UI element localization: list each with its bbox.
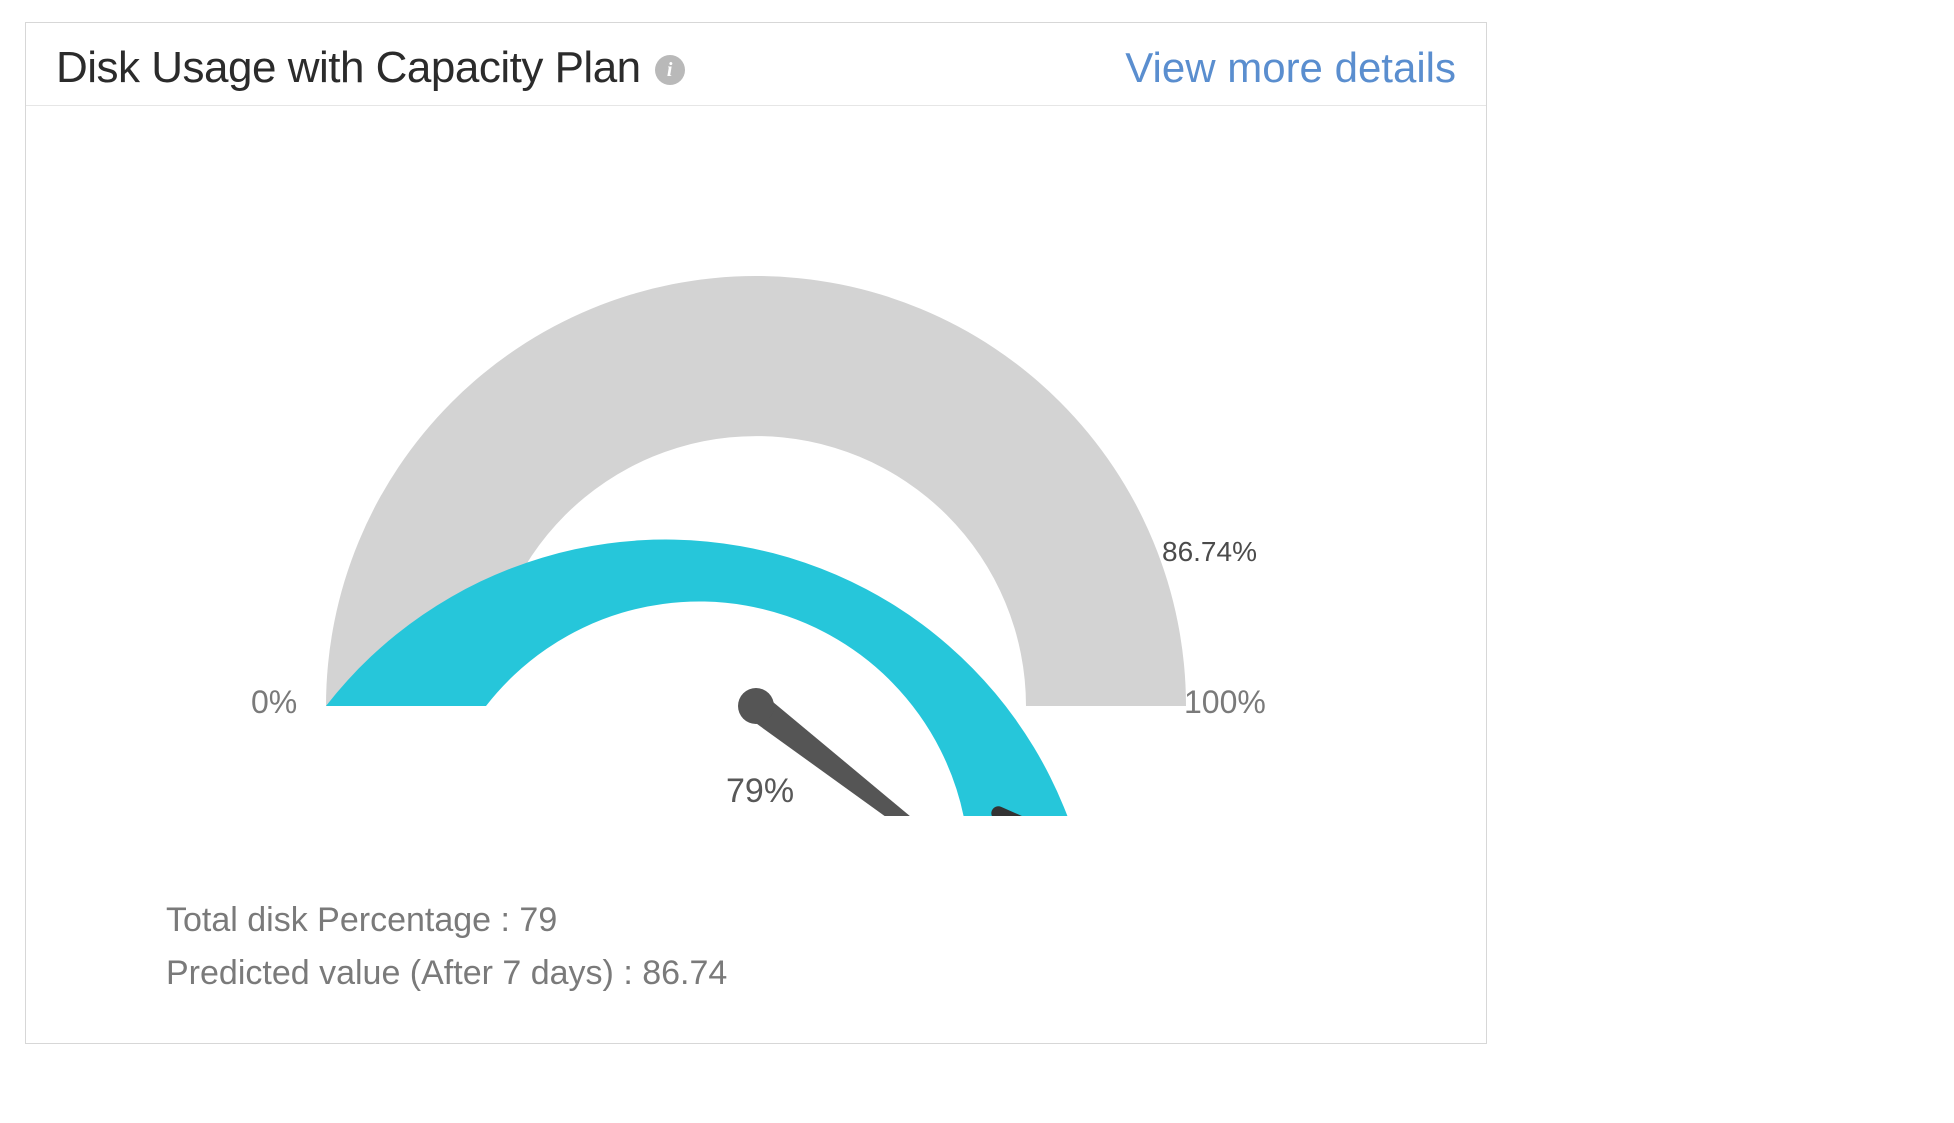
stat-total-disk: Total disk Percentage : 79 bbox=[166, 901, 727, 940]
view-more-details-link[interactable]: View more details bbox=[1125, 44, 1456, 92]
gauge-svg bbox=[256, 136, 1256, 816]
gauge-max-label: 100% bbox=[1184, 684, 1266, 721]
gauge-min-label: 0% bbox=[251, 684, 297, 721]
info-icon[interactable]: i bbox=[655, 55, 685, 85]
gauge-needle-label: 79% bbox=[726, 772, 794, 811]
title-wrap: Disk Usage with Capacity Plan i bbox=[56, 43, 685, 93]
disk-usage-card: Disk Usage with Capacity Plan i View mor… bbox=[25, 22, 1487, 1044]
gauge-marker-label: 86.74% bbox=[1162, 536, 1257, 568]
gauge-chart: 0% 100% 79% 86.74% bbox=[26, 106, 1486, 826]
card-header: Disk Usage with Capacity Plan i View mor… bbox=[26, 23, 1486, 106]
card-title: Disk Usage with Capacity Plan bbox=[56, 43, 641, 93]
stat-predicted-value: Predicted value (After 7 days) : 86.74 bbox=[166, 954, 727, 993]
stats-block: Total disk Percentage : 79 Predicted val… bbox=[166, 901, 727, 993]
